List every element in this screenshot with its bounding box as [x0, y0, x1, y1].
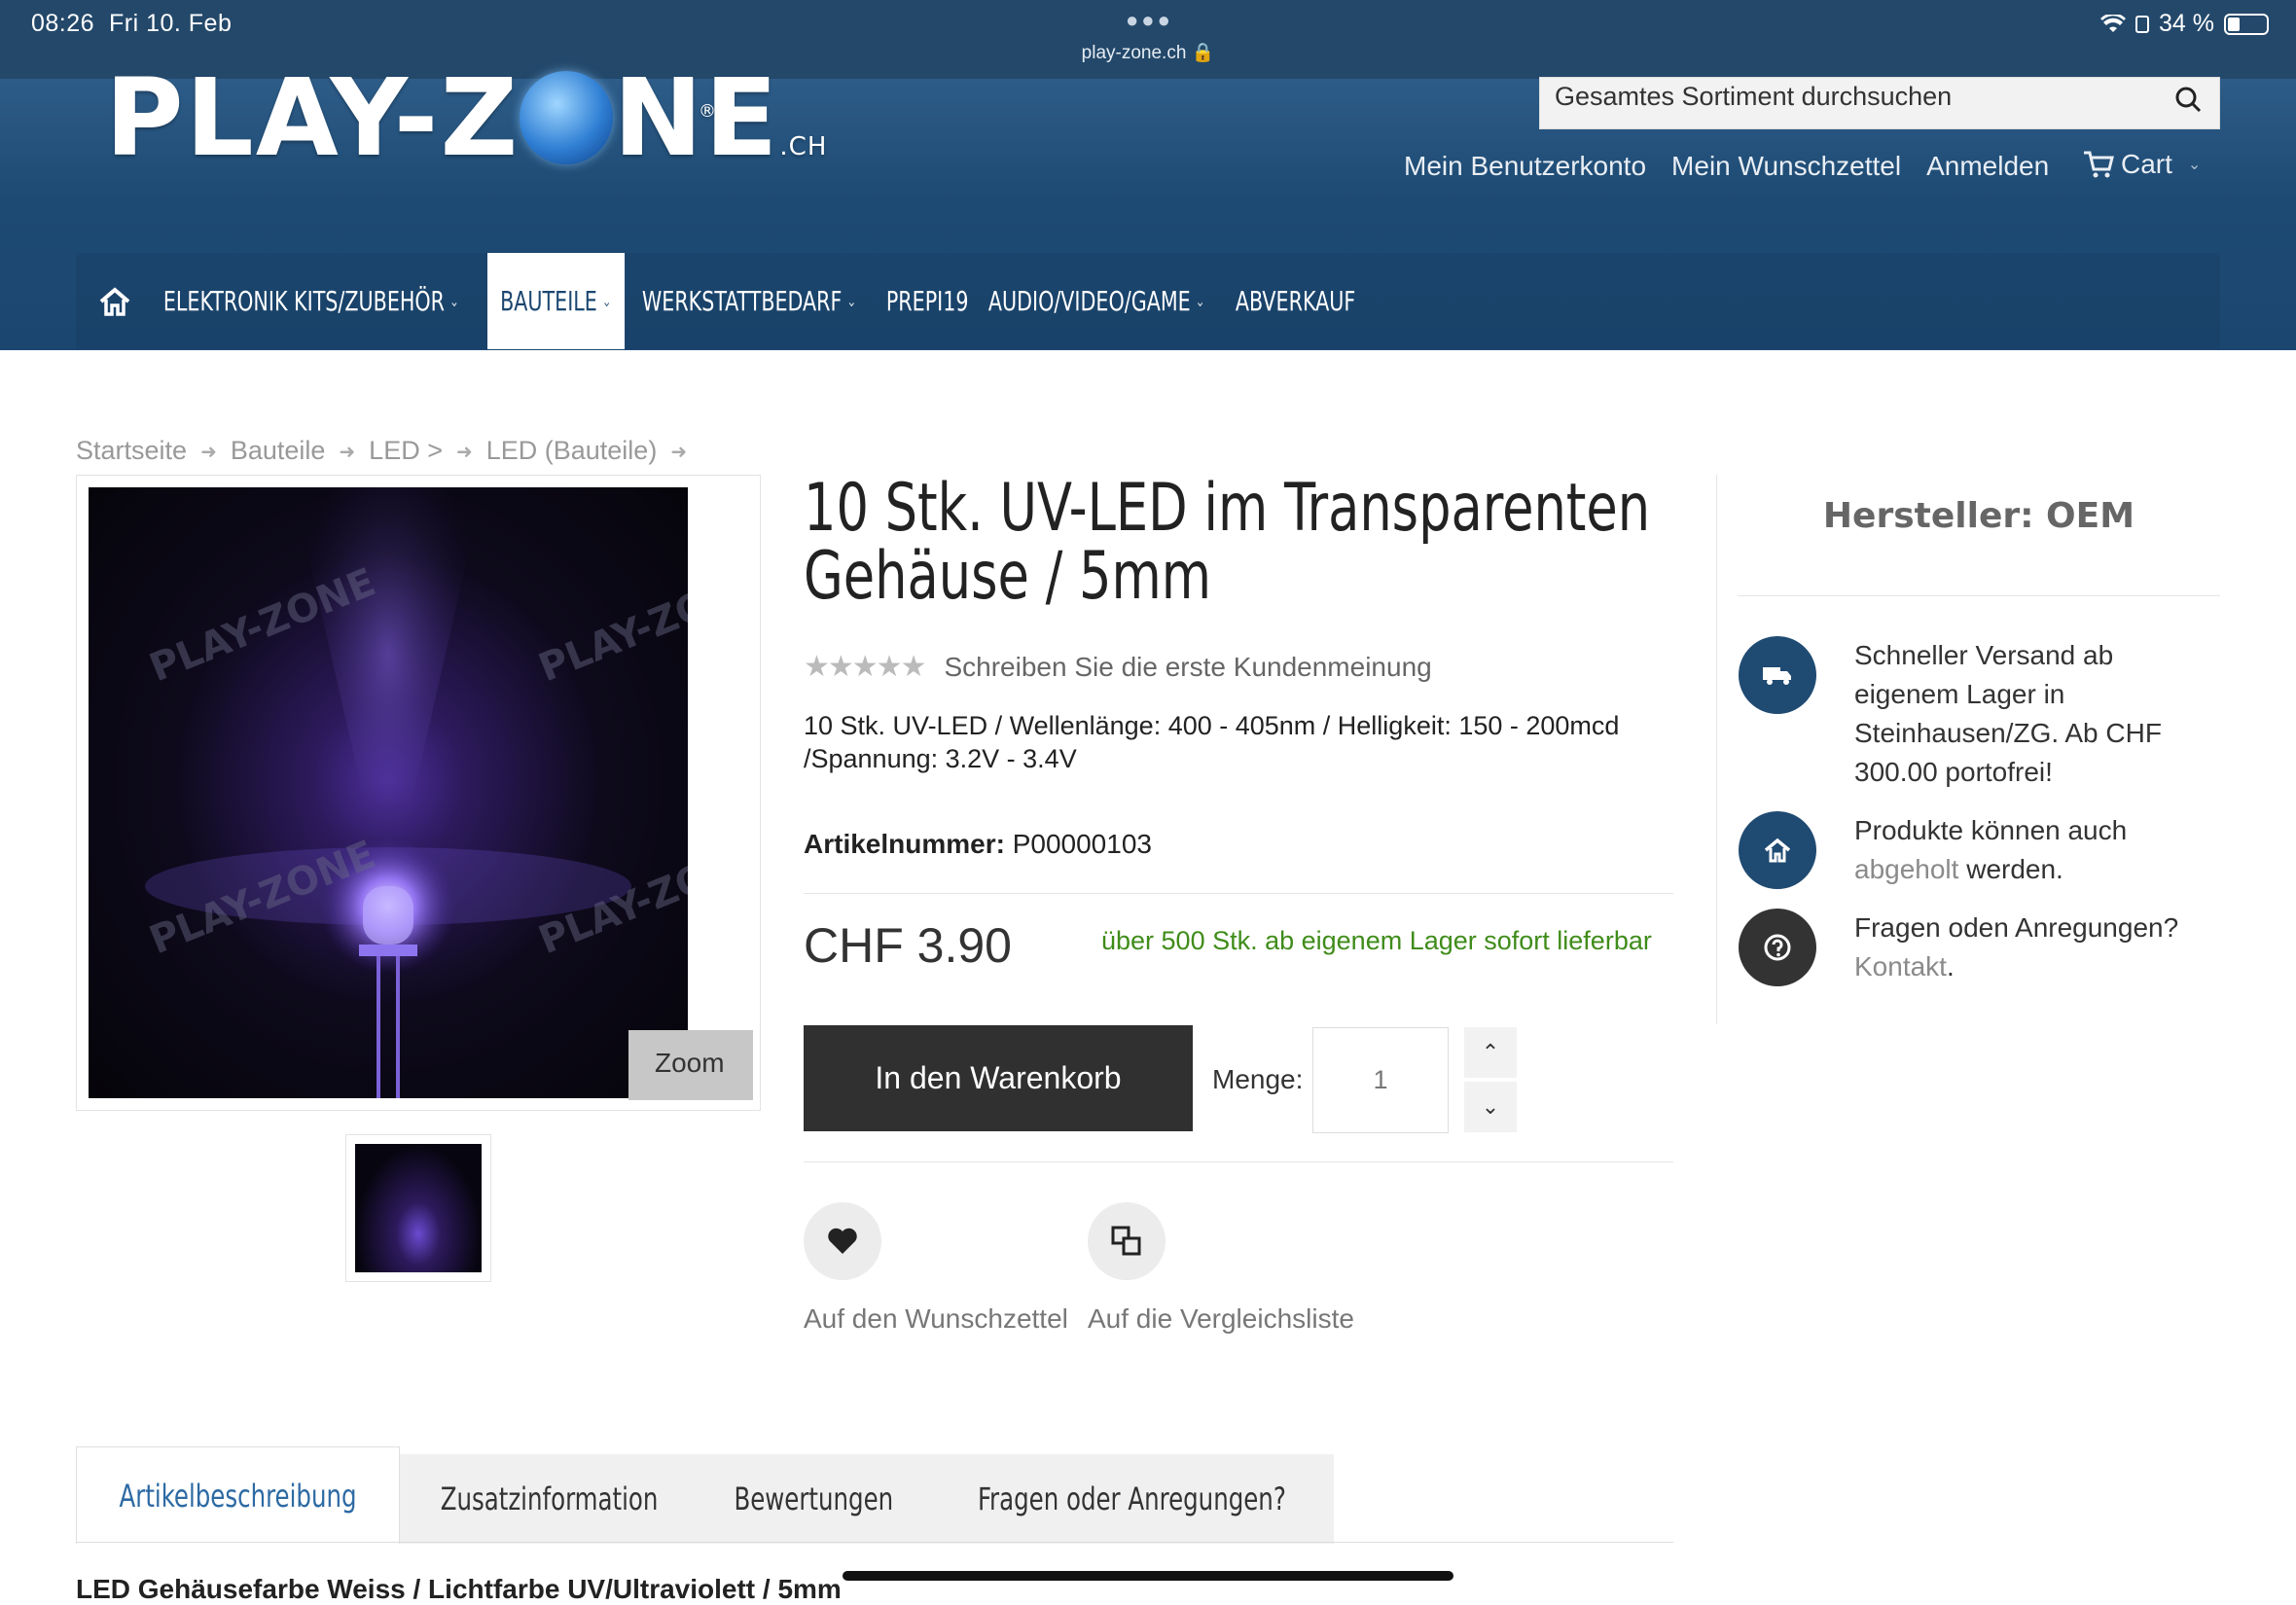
rating-row: ★★★★★ Schreiben Sie die erste Kundenmein… [804, 650, 1432, 684]
contact-link[interactable]: Kontakt [1854, 951, 1947, 981]
divider [804, 893, 1673, 894]
stock-status: über 500 Stk. ab eigenem Lager sofort li… [1101, 926, 1652, 955]
zoom-button[interactable]: Zoom [628, 1030, 753, 1100]
tabs-underline [76, 1542, 1673, 1543]
main-nav: ELEKTRONIK KITS/ZUBEHÖR ⌄ BAUTEILE ⌄ WERKS… [76, 253, 2220, 349]
quantity-label: Menge: [1212, 1064, 1304, 1094]
chevron-down-icon: ⌄ [846, 292, 857, 310]
my-account-link[interactable]: Mein Benutzerkonto [1404, 151, 1646, 182]
nav-audio-video-game[interactable]: AUDIO/VIDEO/GAME ⌄ [979, 253, 1214, 349]
quantity-decrease-button[interactable]: ⌄ [1464, 1082, 1517, 1132]
tab-content-heading: LED Gehäusefarbe Weiss / Lichtfarbe UV/U… [76, 1574, 842, 1604]
search-input[interactable]: Gesamtes Sortiment durchsuchen [1539, 77, 2220, 129]
price: CHF 3.90 [804, 918, 1012, 973]
logo-ball-icon [520, 71, 614, 164]
product-image[interactable]: PLAY-ZONE PLAY-ZONE PLAY-ZONE PLAY-ZONE [89, 487, 688, 1098]
chevron-down-icon: ⌄ [1196, 292, 1205, 310]
watermark-text: PLAY-ZONE [533, 560, 688, 692]
write-review-link[interactable]: Schreiben Sie die erste Kundenmeinung [944, 652, 1431, 683]
breadcrumb-startseite[interactable]: Startseite [76, 436, 187, 466]
add-to-compare-button[interactable] [1088, 1202, 1166, 1280]
chevron-down-icon: ⌄ [1481, 1094, 1500, 1119]
breadcrumb-led[interactable]: LED > [369, 436, 443, 466]
question-icon [1739, 909, 1816, 986]
nav-elektronik-kits[interactable]: ELEKTRONIK KITS/ZUBEHÖR ⌄ [154, 253, 469, 349]
status-time: 08:26 Fri 10. Feb [31, 10, 233, 37]
arrow-right-icon: ➜ [339, 442, 356, 463]
manufacturer: Hersteller: OEM [1822, 496, 2135, 536]
status-right: 34 % [2100, 10, 2269, 38]
breadcrumb: Startseite ➜ Bauteile ➜ LED > ➜ LED (Bautei… [76, 436, 687, 466]
battery-percent: 34 % [2159, 10, 2214, 37]
shipping-info: Schneller Versand ab eigenem Lager in St… [1854, 640, 2162, 787]
compare-label[interactable]: Auf die Vergleichsliste [1088, 1303, 1354, 1335]
login-link[interactable]: Anmelden [1926, 151, 2049, 182]
battery-icon [2224, 13, 2269, 35]
site-header: PLAY-Z NE.CH ® Gesamtes Sortiment durchsu… [0, 64, 2296, 350]
sku: Artikelnummer: P00000103 [804, 829, 1152, 859]
uv-led-photo: PLAY-ZONE PLAY-ZONE PLAY-ZONE PLAY-ZONE [144, 487, 688, 1098]
tab-bewertungen[interactable]: Bewertungen [699, 1454, 929, 1544]
tab-zusatzinformation[interactable]: Zusatzinformation [400, 1454, 700, 1544]
short-description: 10 Stk. UV-LED / Wellenlänge: 400 - 405n… [804, 711, 1620, 773]
lock-icon: 🔒 [1191, 43, 1215, 63]
arrow-right-icon: ➜ [200, 442, 217, 463]
cart-button[interactable]: Cart ⌄ [2082, 149, 2201, 180]
truck-icon [1739, 636, 1816, 714]
chevron-down-icon: ⌄ [601, 292, 612, 310]
home-icon [1739, 811, 1816, 889]
cart-icon [2084, 151, 2114, 178]
wifi-icon [2100, 14, 2127, 32]
pickup-link[interactable]: abgeholt [1854, 854, 1958, 884]
pickup-info: Produkte können auch abgeholt werden. [1854, 815, 2128, 884]
wishlist-link[interactable]: Mein Wunschzettel [1671, 151, 1901, 182]
nav-werkstattbedarf[interactable]: WERKSTATTBEDARF ⌄ [632, 253, 866, 349]
account-links: Mein Benutzerkonto Mein Wunschzettel Anm… [1404, 151, 2049, 182]
tab-artikelbeschreibung[interactable]: Artikelbeschreibung [76, 1446, 401, 1544]
breadcrumb-led-bauteile[interactable]: LED (Bauteile) [486, 436, 658, 466]
home-nav-button[interactable] [76, 253, 154, 349]
home-indicator[interactable] [843, 1571, 1453, 1581]
chevron-up-icon: ⌃ [1481, 1040, 1500, 1064]
compare-icon [1111, 1226, 1141, 1256]
nav-bauteile[interactable]: BAUTEILE ⌄ [486, 253, 625, 349]
nav-abverkauf[interactable]: ABVERKAUF [1226, 253, 1365, 349]
heart-icon [828, 1228, 857, 1254]
search-icon[interactable] [2174, 86, 2202, 113]
nav-prepi19[interactable]: PREPI19 [877, 253, 978, 349]
wishlist-label[interactable]: Auf den Wunschzettel [804, 1303, 1068, 1335]
tab-fragen[interactable]: Fragen oder Anregungen? [928, 1454, 1335, 1544]
address-bar[interactable]: play-zone.ch 🔒 [1070, 41, 1226, 64]
breadcrumb-bauteile[interactable]: Bauteile [231, 436, 326, 466]
lock-rotation-icon [2135, 15, 2150, 33]
sidebar-divider [1716, 475, 1717, 1024]
chevron-down-icon: ⌄ [2187, 157, 2202, 173]
arrow-right-icon: ➜ [670, 442, 688, 463]
divider [804, 1161, 1673, 1162]
chevron-down-icon: ⌄ [448, 292, 459, 310]
product-title: 10 Stk. UV-LED im Transparenten Gehäuse … [804, 470, 1651, 615]
product-thumbnail[interactable] [345, 1134, 491, 1282]
quantity-input[interactable]: 1 [1312, 1027, 1449, 1133]
site-logo[interactable]: PLAY-Z NE.CH ® [105, 64, 827, 196]
quantity-increase-button[interactable]: ⌃ [1464, 1027, 1517, 1078]
home-icon [99, 286, 130, 316]
arrow-right-icon: ➜ [455, 442, 473, 463]
product-image-frame: PLAY-ZONE PLAY-ZONE PLAY-ZONE PLAY-ZONE … [76, 475, 761, 1111]
rating-stars: ★★★★★ [804, 651, 926, 683]
divider [1738, 595, 2220, 596]
questions-info: Fragen oden Anregungen? Kontakt. [1854, 912, 2179, 981]
add-to-cart-button[interactable]: In den Warenkorb [804, 1025, 1193, 1131]
add-to-wishlist-button[interactable] [804, 1202, 881, 1280]
more-dots-icon[interactable]: ●●● [1126, 8, 1173, 33]
product-tabs: Artikelbeschreibung Zusatzinformation Be… [76, 1446, 1335, 1544]
